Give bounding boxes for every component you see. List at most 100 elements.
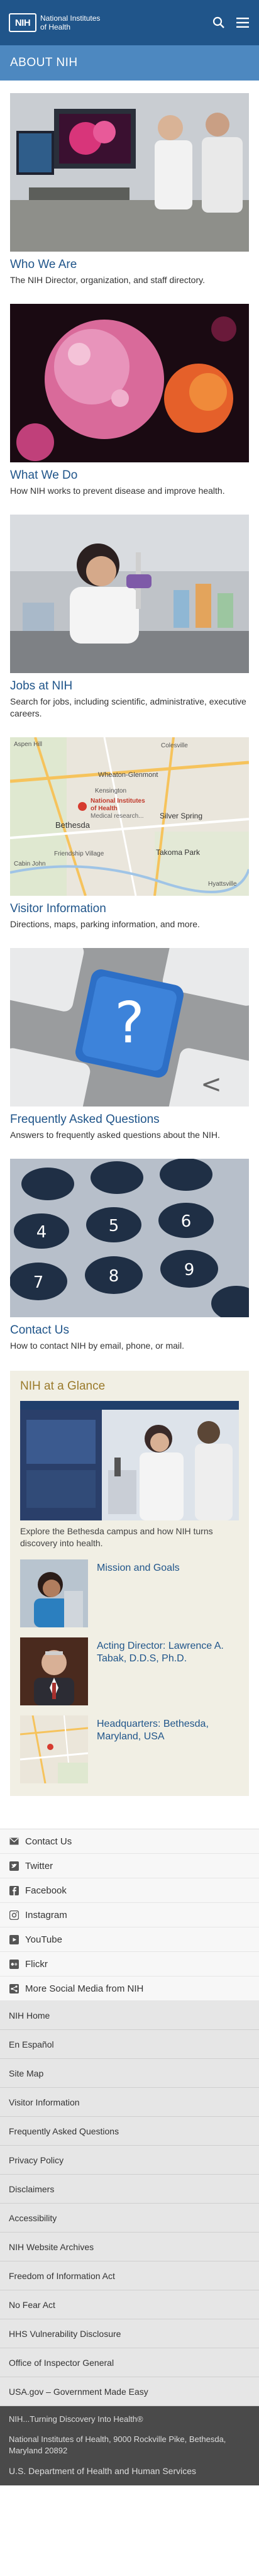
footer-link[interactable]: Privacy Policy <box>0 2146 259 2175</box>
footer-link[interactable]: Site Map <box>0 2059 259 2088</box>
social-label: Contact Us <box>25 1836 72 1847</box>
svg-text:8: 8 <box>109 1267 119 1286</box>
site-header: NIH National Institutes of Health <box>0 0 259 45</box>
youtube-icon <box>9 1934 19 1944</box>
glance-link[interactable]: Acting Director: Lawrence A. Tabak, D.D.… <box>97 1637 239 1705</box>
card-description: How to contact NIH by email, phone, or m… <box>10 1341 185 1351</box>
social-instagram[interactable]: Instagram <box>0 1903 259 1927</box>
svg-text:6: 6 <box>181 1212 192 1231</box>
footer-link[interactable]: NIH Website Archives <box>0 2233 259 2261</box>
social-label: Twitter <box>25 1860 53 1871</box>
card-title[interactable]: Frequently Asked Questions <box>10 1113 249 1127</box>
social-label: YouTube <box>25 1934 62 1945</box>
social-facebook[interactable]: Facebook <box>0 1878 259 1903</box>
glance-item-headquarters[interactable]: Headquarters: Bethesda, Maryland, USA <box>20 1715 239 1783</box>
footer-link[interactable]: Frequently Asked Questions <box>0 2117 259 2146</box>
nih-at-a-glance: NIH at a Glance Explore the Bethesda cam… <box>10 1371 249 1796</box>
nih-logo[interactable]: NIH National Institutes of Health <box>9 13 100 32</box>
map-place-label: Takoma Park <box>156 848 201 857</box>
contact-image: 4 5 6 7 8 9 <box>10 1159 249 1317</box>
svg-text:7: 7 <box>33 1273 44 1292</box>
social-label: Facebook <box>25 1885 67 1896</box>
card-description: Answers to frequently asked questions ab… <box>10 1130 220 1140</box>
glance-title: NIH at a Glance <box>20 1380 106 1393</box>
footer-tagline[interactable]: NIH...Turning Discovery Into Health® <box>9 2414 250 2425</box>
hamburger-menu-icon[interactable] <box>235 15 250 30</box>
glance-hero-image[interactable] <box>20 1401 239 1520</box>
footer-link[interactable]: NIH Home <box>0 2001 259 2030</box>
director-thumbnail <box>20 1637 88 1705</box>
card-title[interactable]: Visitor Information <box>10 902 249 916</box>
map-place-label: Aspen Hill <box>14 741 43 748</box>
map-image: Aspen Hill Colesville Wheaton-Glenmont B… <box>10 737 249 896</box>
logo-line-2: of Health <box>40 23 71 31</box>
what-we-do-image <box>10 304 249 462</box>
map-place-label: Friendship Village <box>54 850 104 857</box>
map-place-label: Colesville <box>161 742 188 749</box>
jobs-image <box>10 515 249 673</box>
glance-link[interactable]: Headquarters: Bethesda, Maryland, USA <box>97 1715 239 1783</box>
svg-text:9: 9 <box>184 1261 195 1280</box>
card-list: Who We Are The NIH Director, organizatio… <box>0 81 259 1357</box>
section-title: ABOUT NIH <box>10 56 78 69</box>
footer-link[interactable]: Disclaimers <box>0 2175 259 2204</box>
map-pin-label: National Institutes of Health Medical re… <box>91 798 145 820</box>
glance-link[interactable]: Mission and Goals <box>97 1559 180 1627</box>
card-visitor-info[interactable]: Aspen Hill Colesville Wheaton-Glenmont B… <box>10 725 249 935</box>
social-twitter[interactable]: Twitter <box>0 1854 259 1878</box>
footer-link[interactable]: USA.gov – Government Made Easy <box>0 2377 259 2406</box>
card-who-we-are[interactable]: Who We Are The NIH Director, organizatio… <box>10 81 249 291</box>
glance-item-mission[interactable]: Mission and Goals <box>20 1559 239 1627</box>
flickr-icon <box>9 1959 19 1969</box>
card-description: Directions, maps, parking information, a… <box>10 919 200 929</box>
card-description: Search for jobs, including scientific, a… <box>10 696 246 718</box>
glance-item-director[interactable]: Acting Director: Lawrence A. Tabak, D.D.… <box>20 1637 239 1705</box>
footer-link[interactable]: Freedom of Information Act <box>0 2261 259 2290</box>
map-place-label: Cabin John <box>14 861 46 867</box>
card-contact[interactable]: 4 5 6 7 8 9 Contact Us How to contact NI… <box>10 1146 249 1357</box>
logo-line-1: National Institutes <box>40 14 101 23</box>
twitter-icon <box>9 1861 19 1871</box>
instagram-icon <box>9 1910 19 1920</box>
map-place-label: Kensington <box>95 788 127 795</box>
social-label: More Social Media from NIH <box>25 1983 144 1994</box>
map-pin-line: National Institutes <box>91 798 145 805</box>
footer-link[interactable]: Accessibility <box>0 2204 259 2233</box>
card-description: The NIH Director, organization, and staf… <box>10 275 205 285</box>
social-youtube[interactable]: YouTube <box>0 1927 259 1952</box>
card-title[interactable]: What We Do <box>10 469 249 482</box>
mission-thumbnail <box>20 1559 88 1627</box>
share-icon <box>9 1983 19 1993</box>
social-flickr[interactable]: Flickr <box>0 1952 259 1977</box>
footer-link[interactable]: Visitor Information <box>0 2088 259 2117</box>
social-contact-us[interactable]: Contact Us <box>0 1829 259 1854</box>
footer-links: NIH Home En Español Site Map Visitor Inf… <box>0 2001 259 2406</box>
logo-mark: NIH <box>9 13 36 32</box>
card-faq[interactable]: ? < Frequently Asked Questions Answers t… <box>10 935 249 1146</box>
card-title[interactable]: Contact Us <box>10 1324 249 1337</box>
section-bar: ABOUT NIH <box>0 45 259 81</box>
footer-link[interactable]: HHS Vulnerability Disclosure <box>0 2319 259 2348</box>
svg-text:4: 4 <box>36 1223 47 1242</box>
map-place-label: Bethesda <box>55 820 90 830</box>
footer-link[interactable]: No Fear Act <box>0 2290 259 2319</box>
map-place-label: Hyattsville <box>208 881 237 888</box>
footer-address: National Institutes of Health, 9000 Rock… <box>9 2434 226 2455</box>
card-what-we-do[interactable]: What We Do How NIH works to prevent dise… <box>10 291 249 502</box>
faq-image: ? < <box>10 948 249 1107</box>
headquarters-map-thumbnail <box>20 1715 88 1783</box>
footer-link[interactable]: En Español <box>0 2030 259 2059</box>
map-pin-line: Medical research... <box>91 813 144 820</box>
social-label: Instagram <box>25 1909 67 1921</box>
envelope-icon <box>9 1836 19 1846</box>
who-we-are-image <box>10 93 249 252</box>
social-label: Flickr <box>25 1958 48 1970</box>
card-jobs[interactable]: Jobs at NIH Search for jobs, including s… <box>10 502 249 725</box>
footer-link[interactable]: Office of Inspector General <box>0 2348 259 2377</box>
social-more[interactable]: More Social Media from NIH <box>0 1977 259 2001</box>
logo-text: National Institutes of Health <box>40 14 100 31</box>
search-icon[interactable] <box>211 15 226 30</box>
footer-hhs-link[interactable]: U.S. Department of Health and Human Serv… <box>9 2465 250 2477</box>
card-title[interactable]: Who We Are <box>10 258 249 272</box>
card-title[interactable]: Jobs at NIH <box>10 679 249 693</box>
